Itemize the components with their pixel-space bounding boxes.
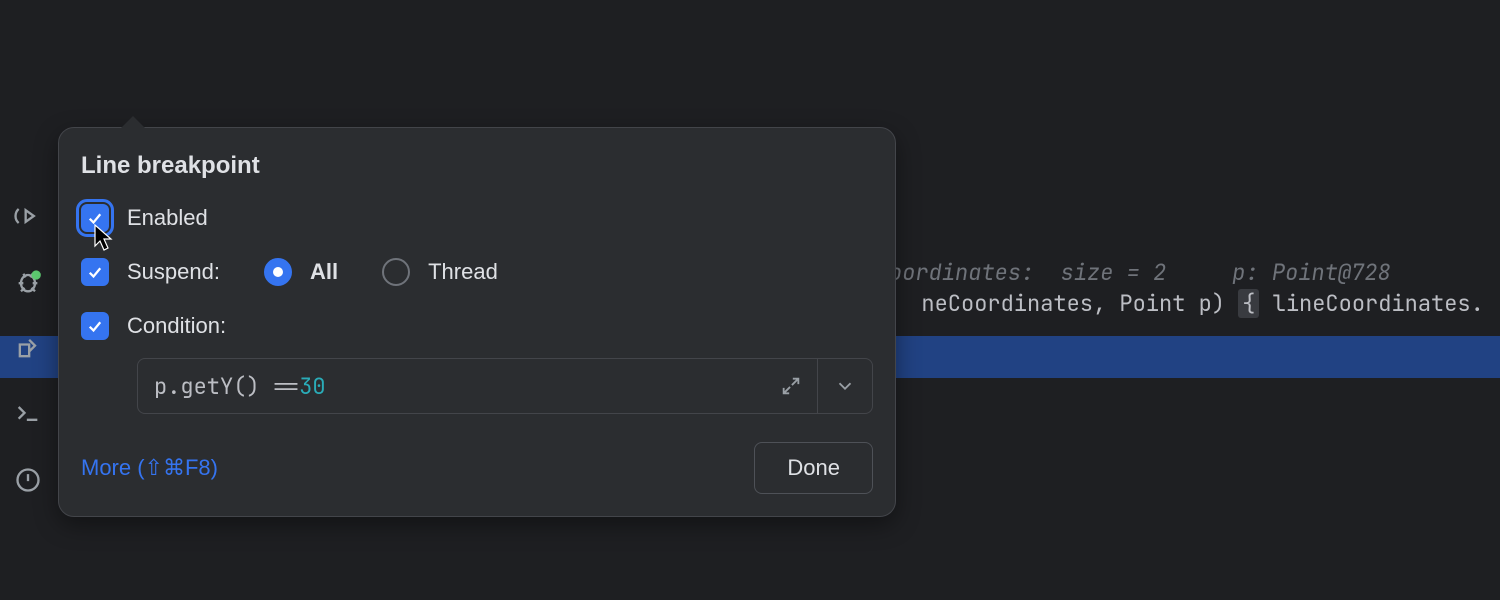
debug-icon[interactable] bbox=[12, 266, 44, 298]
suspend-all-label: All bbox=[310, 259, 338, 285]
chevron-down-icon[interactable] bbox=[818, 359, 872, 413]
breakpoint-popup: Line breakpoint Enabled Suspend: All Thr… bbox=[58, 127, 896, 517]
enabled-row: Enabled bbox=[81, 204, 873, 232]
background-code: neCoordinates, Point p) { lineCoordinate… bbox=[895, 260, 1484, 318]
run-icon[interactable] bbox=[12, 200, 44, 232]
tool-window-bar bbox=[0, 200, 56, 496]
more-link[interactable]: More (⇧⌘F8) bbox=[81, 455, 218, 481]
enabled-label: Enabled bbox=[127, 205, 208, 231]
enabled-checkbox[interactable] bbox=[81, 204, 109, 232]
condition-label: Condition: bbox=[127, 313, 226, 339]
suspend-label: Suspend: bbox=[127, 259, 220, 285]
suspend-checkbox[interactable] bbox=[81, 258, 109, 286]
expand-icon[interactable] bbox=[764, 359, 818, 413]
popup-title: Line breakpoint bbox=[81, 152, 873, 180]
condition-input[interactable]: p.getY() == 30 bbox=[138, 359, 764, 413]
popup-footer: More (⇧⌘F8) Done bbox=[81, 442, 873, 494]
suspend-row: Suspend: All Thread bbox=[81, 258, 873, 286]
done-button[interactable]: Done bbox=[754, 442, 873, 494]
build-icon[interactable] bbox=[12, 332, 44, 364]
suspend-thread-label: Thread bbox=[428, 259, 498, 285]
condition-row: Condition: bbox=[81, 312, 873, 340]
condition-input-row: p.getY() == 30 bbox=[137, 358, 873, 414]
terminal-icon[interactable] bbox=[12, 398, 44, 430]
code-line[interactable]: System.out.println("Output values..."); bbox=[0, 84, 1500, 126]
condition-checkbox[interactable] bbox=[81, 312, 109, 340]
problems-icon[interactable] bbox=[12, 464, 44, 496]
suspend-thread-radio[interactable] bbox=[382, 258, 410, 286]
suspend-all-radio[interactable] bbox=[264, 258, 292, 286]
